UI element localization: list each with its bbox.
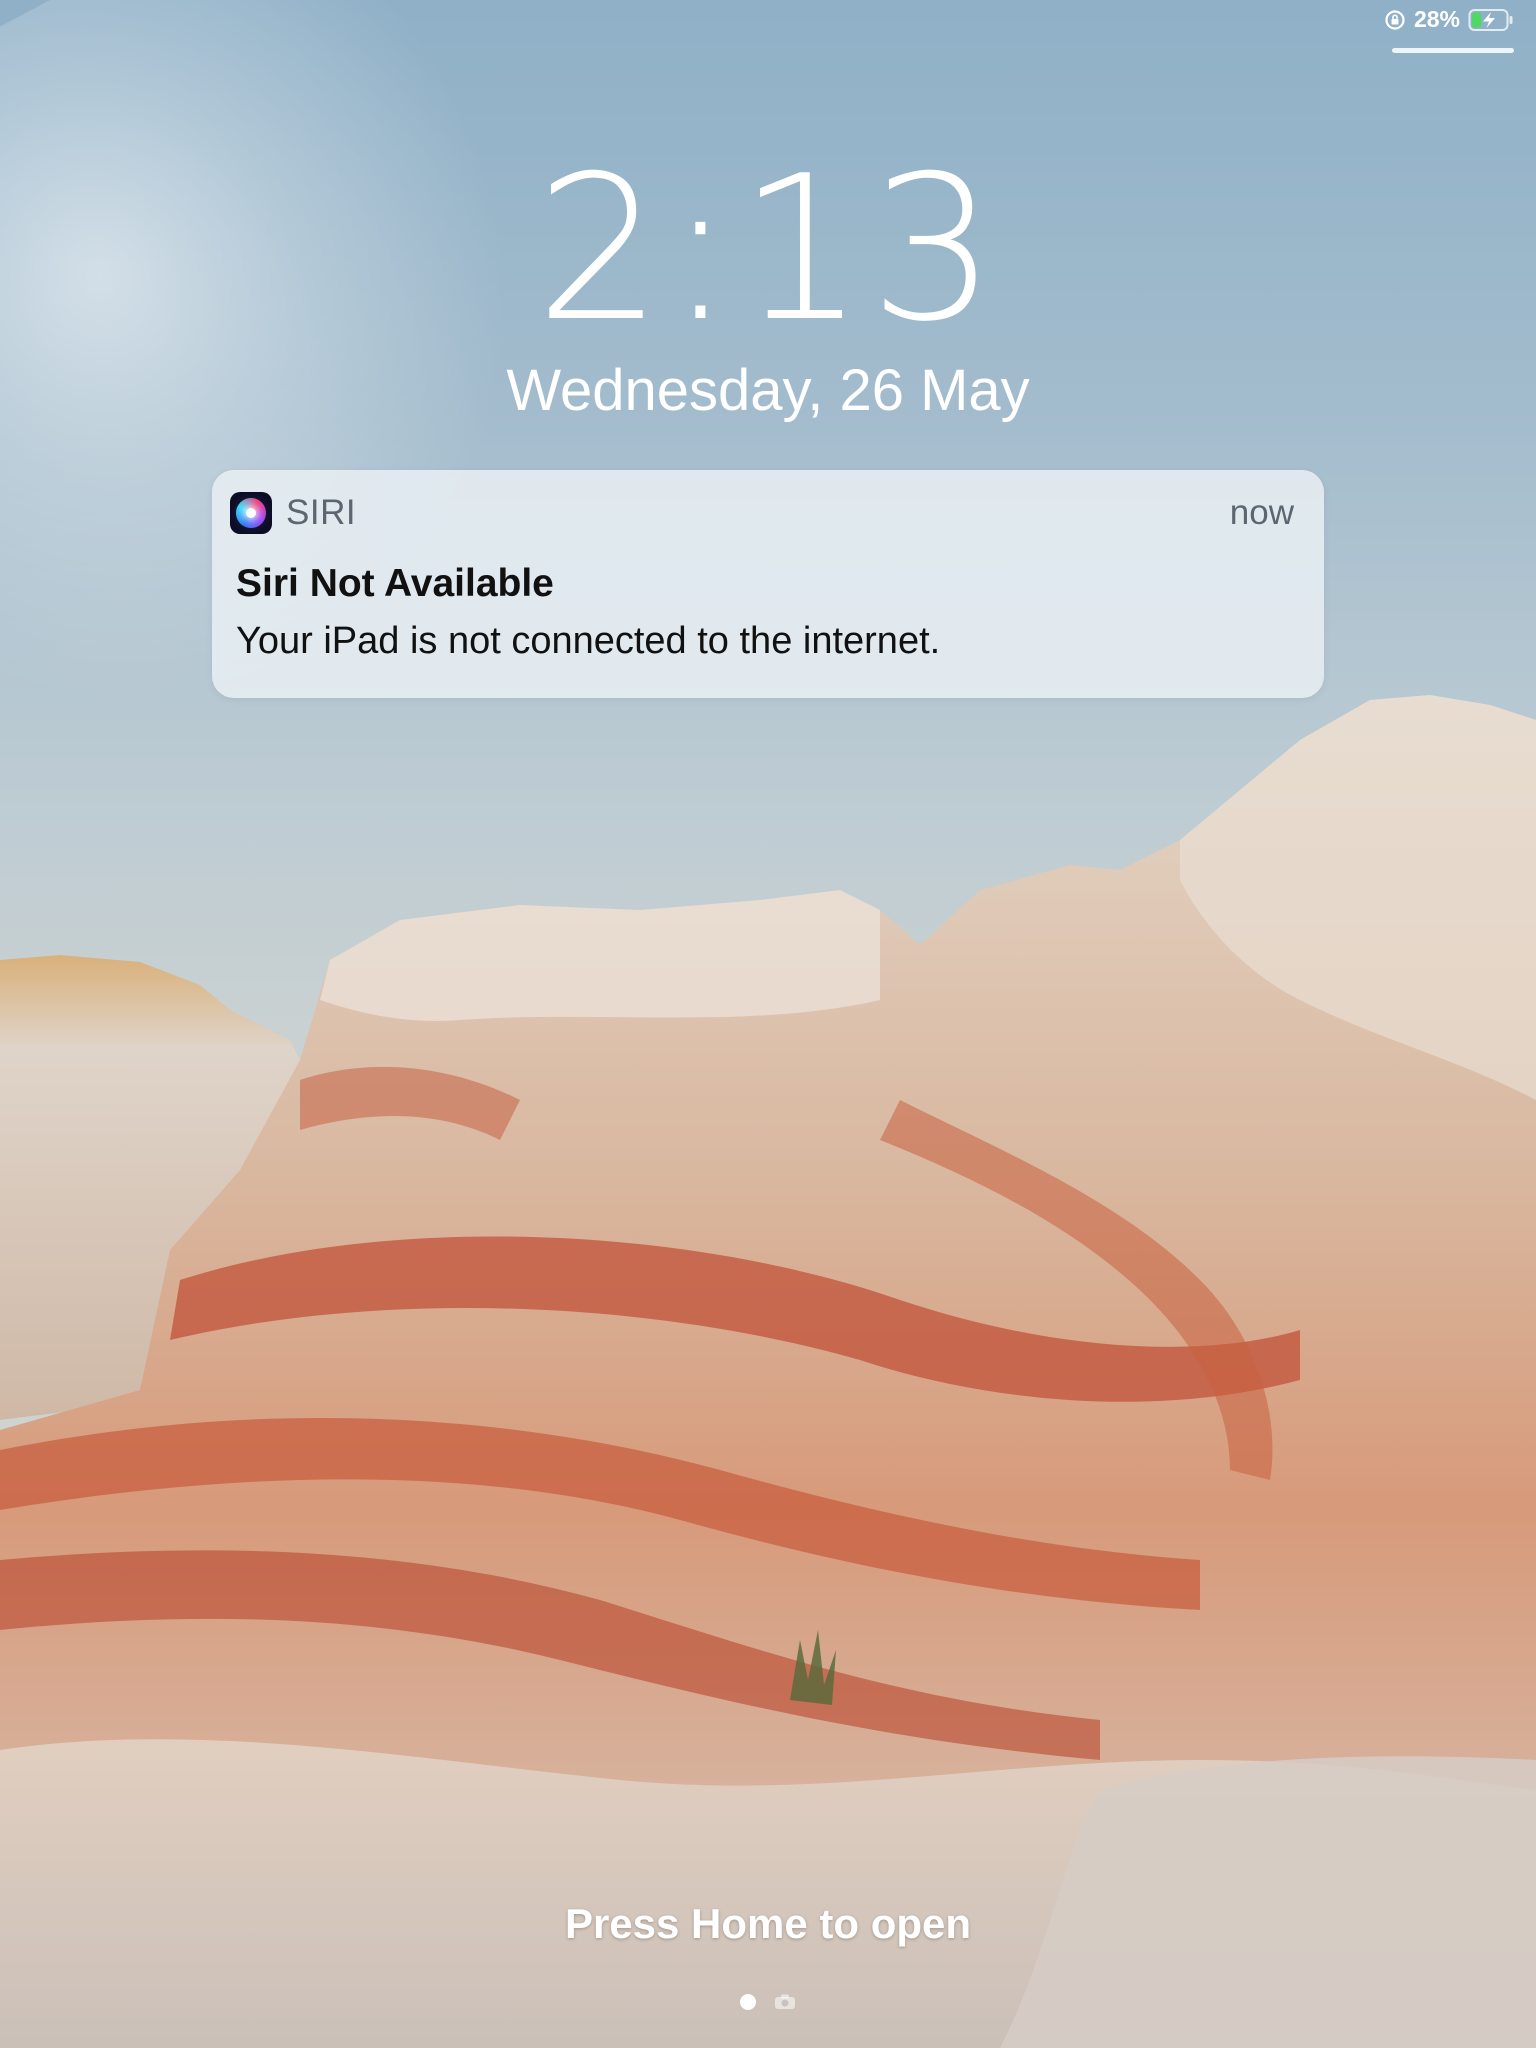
camera-icon[interactable] bbox=[774, 1994, 796, 2010]
siri-notification[interactable]: SIRI now Siri Not Available Your iPad is… bbox=[212, 470, 1324, 698]
notification-title: Siri Not Available bbox=[236, 562, 554, 605]
page-dot-current[interactable] bbox=[740, 1994, 756, 2010]
notification-header: SIRI now bbox=[230, 492, 1294, 534]
battery-charging-icon bbox=[1468, 8, 1513, 31]
notification-body: Your iPad is not connected to the intern… bbox=[236, 620, 941, 662]
battery-percentage: 28% bbox=[1413, 6, 1460, 32]
ipad-lock-screen: 28% 2:13 Wednesday, 26 May SIRI now Siri… bbox=[0, 0, 1536, 2048]
lock-screen-time: 2:13 bbox=[535, 133, 1001, 366]
page-indicator[interactable] bbox=[0, 1994, 1536, 2010]
orientation-lock-icon bbox=[1385, 9, 1405, 30]
status-bar: 28% bbox=[1384, 6, 1514, 33]
siri-icon bbox=[230, 492, 272, 534]
lock-screen-date: Wednesday, 26 May bbox=[506, 358, 1030, 423]
notification-time: now bbox=[1229, 493, 1294, 532]
status-bar-underline bbox=[1392, 48, 1514, 53]
notification-app-name: SIRI bbox=[286, 493, 357, 532]
unlock-hint: Press Home to open bbox=[564, 1900, 972, 1947]
